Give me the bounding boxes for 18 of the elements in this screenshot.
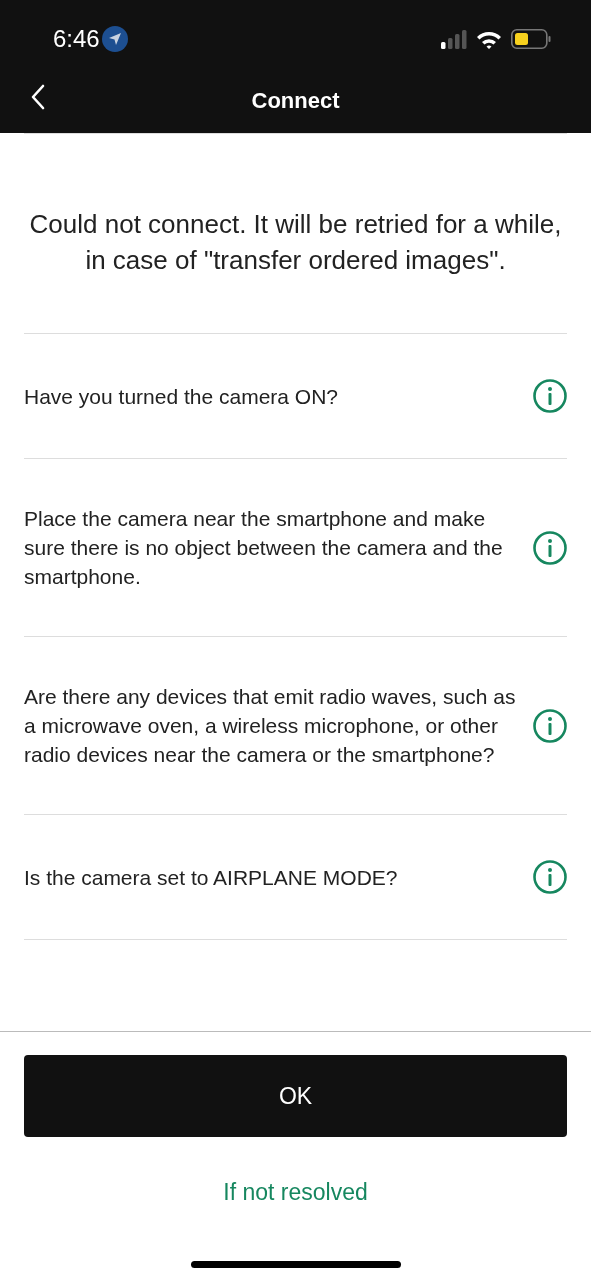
checklist-question: Have you turned the camera ON? bbox=[24, 383, 338, 410]
checklist-question: Is the camera set to AIRPLANE MODE? bbox=[24, 864, 398, 891]
info-icon[interactable] bbox=[533, 530, 567, 565]
ok-button[interactable]: OK bbox=[24, 1055, 567, 1137]
info-icon[interactable] bbox=[533, 708, 567, 743]
checklist-question: Place the camera near the smartphone and make sure there is no object between the camera and the smartphone. bbox=[24, 506, 504, 590]
status-time: 6:46 bbox=[53, 25, 100, 53]
signal-icon bbox=[441, 29, 467, 49]
battery-icon bbox=[511, 29, 551, 49]
if-not-resolved-link[interactable]: If not resolved bbox=[223, 1179, 368, 1206]
info-icon[interactable] bbox=[533, 860, 567, 894]
checklist-question: Are there any devices that emit radio waves, such as a microwave oven, a wireless microphone, or other radio devices near the camera or the smartphone? bbox=[24, 684, 517, 768]
location-icon bbox=[101, 26, 128, 52]
wifi-icon bbox=[476, 29, 502, 49]
error-message: Could not connect. It will be retried for a while, in case of "transfer ordered images". bbox=[28, 208, 563, 277]
back-icon bbox=[30, 84, 46, 110]
screen-title: Connect bbox=[251, 87, 340, 114]
info-icon[interactable] bbox=[533, 379, 567, 413]
